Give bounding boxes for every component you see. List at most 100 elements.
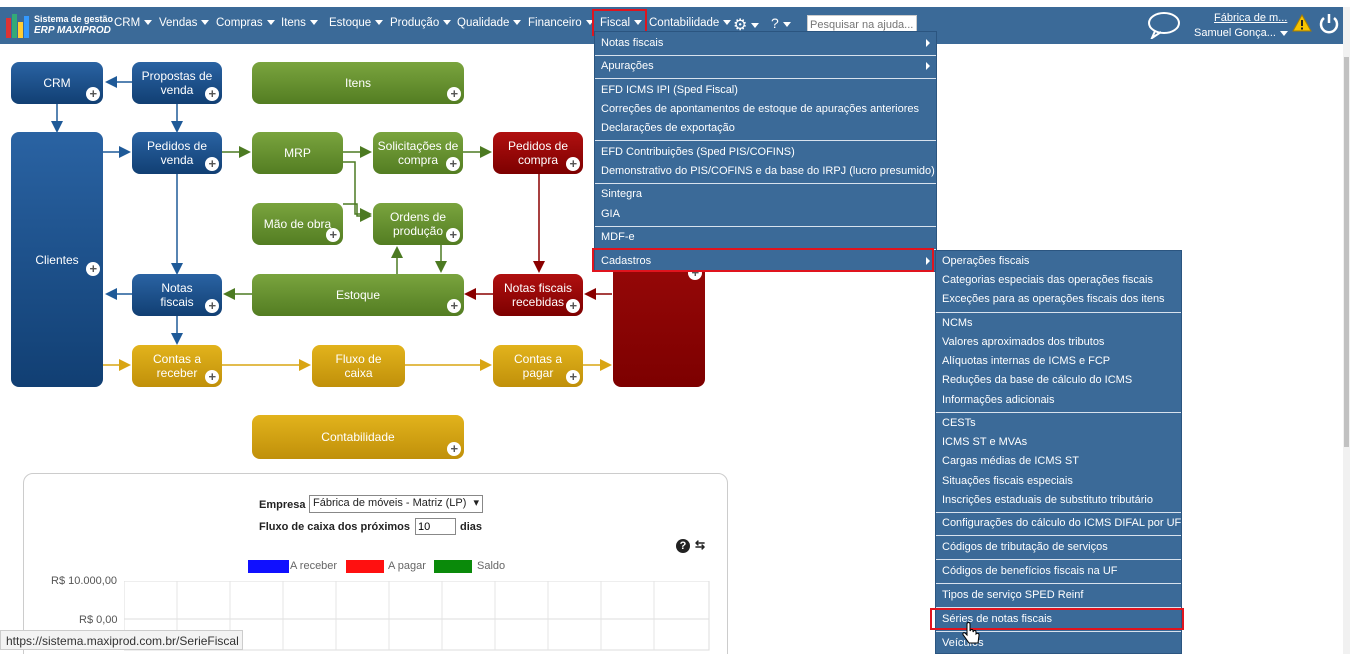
submenu-item[interactable]: Categorias especiais das operações fisca…: [942, 274, 1153, 286]
submenu-item[interactable]: Situações fiscais especiais: [942, 475, 1073, 487]
menu-item-sintegra[interactable]: Sintegra: [601, 188, 642, 200]
plus-icon[interactable]: +: [566, 370, 580, 384]
legend-swatch-saldo: [434, 560, 472, 573]
node-itens[interactable]: Itens +: [252, 62, 464, 104]
submenu-item[interactable]: Códigos de benefícios fiscais na UF: [942, 565, 1117, 577]
plus-icon[interactable]: +: [446, 157, 460, 171]
plus-icon[interactable]: +: [447, 442, 461, 456]
plus-icon[interactable]: +: [326, 228, 340, 242]
node-label: Mão de obra: [263, 217, 332, 231]
submenu-item[interactable]: Códigos de tributação de serviços: [942, 541, 1108, 553]
plus-icon[interactable]: +: [86, 262, 100, 276]
submenu-item[interactable]: Informações adicionais: [942, 394, 1055, 406]
node-label: Contabilidade: [321, 430, 395, 444]
menu-item-efd-contribuicoes[interactable]: EFD Contribuições (Sped PIS/COFINS): [601, 146, 795, 158]
chevron-right-icon: [926, 62, 930, 70]
node-fluxo[interactable]: Fluxo de caixa: [312, 345, 405, 387]
submenu-item[interactable]: Tipos de serviço SPED Reinf: [942, 589, 1083, 601]
submenu-item[interactable]: Configurações do cálculo do ICMS DIFAL p…: [942, 517, 1181, 529]
menu-contabilidade[interactable]: Contabilidade: [649, 17, 732, 29]
menu-estoque[interactable]: Estoque: [329, 17, 384, 29]
plus-icon[interactable]: +: [447, 299, 461, 313]
menu-qualidade[interactable]: Qualidade: [457, 17, 522, 29]
plus-icon[interactable]: +: [205, 299, 219, 313]
node-notas[interactable]: Notas fiscais +: [132, 274, 222, 316]
submenu-item[interactable]: Cargas médias de ICMS ST: [942, 455, 1079, 467]
legend-saldo: Saldo: [477, 560, 506, 572]
user-menu[interactable]: Samuel Gonça...: [1194, 27, 1288, 39]
node-label: Fluxo de caixa: [335, 352, 382, 380]
menu-item-efd-icms-ipi[interactable]: EFD ICMS IPI (Sped Fiscal): [601, 84, 738, 96]
plus-icon[interactable]: +: [446, 228, 460, 242]
refresh-icon[interactable]: ⇆: [695, 538, 705, 552]
legend-swatch-pagar: [346, 560, 384, 573]
menu-item-correcoes[interactable]: Correções de apontamentos de estoque de …: [601, 103, 919, 115]
power-icon[interactable]: [1318, 12, 1340, 34]
y-tick-top: R$ 10.000,00: [51, 575, 118, 587]
submenu-item[interactable]: Alíquotas internas de ICMS e FCP: [942, 355, 1110, 367]
menu-item-apuracoes[interactable]: Apurações: [601, 60, 654, 72]
plus-icon[interactable]: +: [205, 157, 219, 171]
help-icon[interactable]: ?: [676, 539, 690, 553]
submenu-item[interactable]: CESTs: [942, 417, 976, 429]
submenu-item[interactable]: Inscrições estaduais de substituto tribu…: [942, 494, 1153, 506]
legend-pagar: A pagar: [388, 560, 426, 572]
submenu-item[interactable]: Valores aproximados dos tributos: [942, 336, 1104, 348]
submenu-item[interactable]: Operações fiscais: [942, 255, 1029, 267]
menu-item-notas-fiscais[interactable]: Notas fiscais: [601, 37, 663, 49]
node-mao-obra[interactable]: Mão de obra +: [252, 203, 343, 245]
warning-icon[interactable]: [1292, 14, 1312, 32]
node-solicitacoes[interactable]: Solicitações de compra +: [373, 132, 463, 174]
node-contas-pagar[interactable]: Contas a pagar +: [493, 345, 583, 387]
node-label: Contas a pagar: [513, 352, 563, 380]
menu-crm[interactable]: CRM: [114, 17, 153, 29]
submenu-item[interactable]: Reduções da base de cálculo do ICMS: [942, 374, 1132, 386]
menu-item-declaracoes-exportacao[interactable]: Declarações de exportação: [601, 122, 735, 134]
node-crm[interactable]: CRM +: [11, 62, 103, 104]
logo-icon: [6, 14, 30, 38]
chat-icon[interactable]: [1147, 11, 1181, 39]
menu-producao[interactable]: Produção: [390, 17, 452, 29]
plus-icon[interactable]: +: [566, 299, 580, 313]
node-pedidos-venda[interactable]: Pedidos de venda +: [132, 132, 222, 174]
company-link[interactable]: Fábrica de m...: [1214, 12, 1287, 24]
plus-icon[interactable]: +: [566, 157, 580, 171]
cashflow-panel: Empresa Fábrica de móveis - Matriz (LP) ▾…: [23, 473, 728, 654]
node-ordens[interactable]: Ordens de produção +: [373, 203, 463, 245]
node-contas-receber[interactable]: Contas a receber +: [132, 345, 222, 387]
menu-itens[interactable]: Itens: [281, 17, 318, 29]
dias-input[interactable]: [415, 518, 456, 535]
plus-icon[interactable]: +: [205, 370, 219, 384]
fiscal-dropdown: Notas fiscais Apurações EFD ICMS IPI (Sp…: [594, 31, 937, 272]
node-contabilidade[interactable]: Contabilidade +: [252, 415, 464, 459]
menu-compras[interactable]: Compras: [216, 17, 275, 29]
help-icon[interactable]: ?: [771, 15, 791, 31]
plus-icon[interactable]: +: [447, 87, 461, 101]
submenu-item[interactable]: Exceções para as operações fiscais dos i…: [942, 293, 1165, 305]
plus-icon[interactable]: +: [86, 87, 100, 101]
node-label: Contas a receber: [152, 352, 202, 380]
node-propostas[interactable]: Propostas de venda +: [132, 62, 222, 104]
menu-financeiro[interactable]: Financeiro: [528, 17, 594, 29]
legend-swatch-receber: [248, 560, 289, 573]
empresa-select[interactable]: Fábrica de móveis - Matriz (LP) ▾: [309, 495, 483, 513]
logo-line2: ERP MAXIPROD: [34, 25, 111, 36]
node-label: Ordens de produção: [389, 210, 447, 238]
submenu-item[interactable]: NCMs: [942, 317, 973, 329]
menu-item-demonstrativo-pis-cofins[interactable]: Demonstrativo do PIS/COFINS e da base do…: [601, 165, 935, 177]
status-bar-url: https://sistema.maxiprod.com.br/SerieFis…: [0, 630, 243, 650]
node-clientes[interactable]: Clientes +: [11, 132, 103, 387]
plus-icon[interactable]: +: [205, 87, 219, 101]
node-pedidos-compra[interactable]: Pedidos de compra +: [493, 132, 583, 174]
vertical-scrollbar[interactable]: [1343, 7, 1350, 654]
node-label: MRP: [284, 146, 311, 160]
node-label: Notas fiscais: [160, 281, 194, 309]
menu-item-gia[interactable]: GIA: [601, 208, 620, 220]
menu-item-mdfe[interactable]: MDF-e: [601, 231, 635, 243]
node-notas-recebidas[interactable]: Notas fiscais recebidas +: [493, 274, 583, 316]
node-mrp[interactable]: MRP: [252, 132, 343, 174]
hand-cursor-icon: [962, 622, 980, 644]
menu-vendas[interactable]: Vendas: [159, 17, 210, 29]
node-estoque[interactable]: Estoque +: [252, 274, 464, 316]
submenu-item[interactable]: ICMS ST e MVAs: [942, 436, 1027, 448]
